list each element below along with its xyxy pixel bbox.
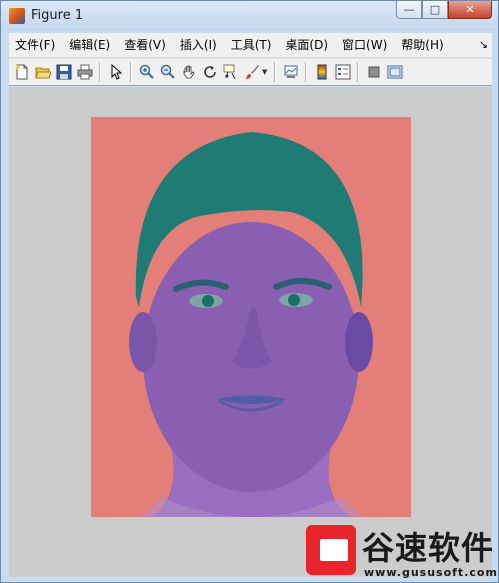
- pan-icon[interactable]: [178, 61, 199, 83]
- watermark-name: 谷速软件: [362, 529, 495, 567]
- maximize-button[interactable]: □: [422, 1, 448, 19]
- colorbar-icon[interactable]: [311, 61, 332, 83]
- menu-insert[interactable]: 插入(I): [173, 33, 224, 57]
- open-file-icon[interactable]: [32, 61, 53, 83]
- title-bar[interactable]: Figure 1 — □ ✕: [1, 1, 498, 31]
- save-icon[interactable]: [53, 61, 74, 83]
- figure-toolbar: ▼: [9, 58, 492, 86]
- rotate-3d-icon[interactable]: [199, 61, 220, 83]
- face-image: [91, 117, 411, 517]
- brush-dropdown-icon[interactable]: ▼: [262, 68, 270, 76]
- brush-icon[interactable]: [241, 61, 262, 83]
- menu-tools[interactable]: 工具(T): [224, 33, 279, 57]
- menu-overflow-icon[interactable]: ↘: [479, 33, 488, 57]
- zoom-out-icon[interactable]: [157, 61, 178, 83]
- pointer-icon[interactable]: [105, 61, 126, 83]
- figure-window: Figure 1 — □ ✕ 文件(F) 编辑(E) 查看(V) 插入(I) 工…: [0, 0, 499, 583]
- menu-desktop[interactable]: 桌面(D): [278, 33, 335, 57]
- data-cursor-icon[interactable]: [220, 61, 241, 83]
- show-plot-tools-icon[interactable]: [384, 61, 405, 83]
- legend-icon[interactable]: [332, 61, 353, 83]
- face-portrait-svg: [129, 132, 373, 517]
- menu-edit[interactable]: 编辑(E): [62, 33, 117, 57]
- toolbar-separator: [305, 62, 307, 82]
- link-plot-icon[interactable]: [280, 61, 301, 83]
- print-icon[interactable]: [74, 61, 95, 83]
- menu-help[interactable]: 帮助(H): [394, 33, 450, 57]
- watermark-logo: [306, 525, 356, 575]
- menu-window[interactable]: 窗口(W): [335, 33, 394, 57]
- menu-bar: 文件(F) 编辑(E) 查看(V) 插入(I) 工具(T) 桌面(D) 窗口(W…: [9, 33, 492, 57]
- watermark-url: www.gususoft.com: [364, 566, 498, 579]
- zoom-in-icon[interactable]: [136, 61, 157, 83]
- close-button[interactable]: ✕: [448, 1, 492, 19]
- menu-view[interactable]: 查看(V): [117, 33, 173, 57]
- toolbar-separator: [99, 62, 101, 82]
- window-title: Figure 1: [31, 8, 84, 23]
- new-figure-icon[interactable]: [11, 61, 32, 83]
- toolbar-separator: [274, 62, 276, 82]
- toolbar-separator: [130, 62, 132, 82]
- matlab-icon: [9, 8, 25, 24]
- window-controls: — □ ✕: [396, 1, 492, 21]
- toolbar-separator: [357, 62, 359, 82]
- minimize-button[interactable]: —: [396, 1, 422, 19]
- menu-file[interactable]: 文件(F): [9, 33, 62, 57]
- figure-canvas[interactable]: [9, 87, 492, 577]
- hide-plot-tools-icon[interactable]: [363, 61, 384, 83]
